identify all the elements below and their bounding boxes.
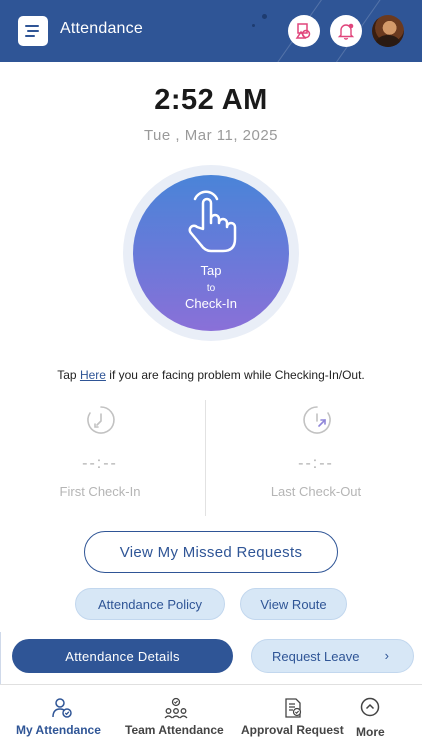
- tab-approval-request[interactable]: Approval Request: [238, 685, 348, 750]
- document-approve-icon: [285, 698, 302, 718]
- attendance-details-button[interactable]: Attendance Details: [12, 639, 233, 673]
- menu-icon: [25, 25, 39, 27]
- help-link[interactable]: Here: [80, 368, 106, 382]
- avatar-body: [376, 35, 400, 47]
- tab-label: Approval Request: [241, 723, 344, 737]
- tab-more[interactable]: More: [350, 685, 392, 750]
- shapes-button[interactable]: [288, 15, 320, 47]
- first-checkin-label: First Check-In: [59, 484, 141, 499]
- checkin-divider: [205, 400, 206, 516]
- menu-icon-bar: [25, 35, 35, 37]
- help-prefix: Tap: [57, 368, 77, 382]
- clock-out-icon: [303, 406, 331, 434]
- help-suffix: if you are facing problem while Checking…: [109, 368, 365, 382]
- view-route-button[interactable]: View Route: [240, 588, 347, 620]
- checkin-label-tap: Tap: [200, 263, 222, 278]
- last-checkout-time: --:--: [298, 455, 334, 472]
- current-time: 2:52 AM: [154, 84, 268, 116]
- view-missed-requests-button[interactable]: View My Missed Requests: [84, 531, 338, 573]
- checkin-label-action: Check-In: [184, 296, 238, 311]
- tab-label: Team Attendance: [125, 723, 224, 737]
- bell-icon: [337, 23, 355, 40]
- person-check-icon: [52, 698, 72, 718]
- shapes-icon: [295, 23, 311, 39]
- chevron-up-circle-icon: [360, 697, 380, 717]
- help-message: Tap Here if you are facing problem while…: [0, 368, 422, 382]
- request-leave-label: Request Leave: [272, 648, 360, 664]
- first-checkin-time: --:--: [82, 455, 118, 472]
- last-checkout-label: Last Check-Out: [270, 484, 362, 499]
- team-icon: [164, 697, 188, 719]
- header-decoration: [252, 24, 255, 27]
- tab-my-attendance[interactable]: My Attendance: [0, 685, 122, 750]
- tab-label: My Attendance: [16, 723, 101, 737]
- request-leave-button[interactable]: Request Leave ›: [251, 639, 414, 673]
- page-title: Attendance: [60, 20, 143, 37]
- menu-button[interactable]: [18, 16, 48, 46]
- header-decoration: [262, 14, 267, 19]
- tap-hand-icon: [188, 190, 237, 253]
- chevron-right-icon: ›: [384, 648, 389, 663]
- tab-team-attendance[interactable]: Team Attendance: [122, 685, 230, 750]
- menu-icon-bar: [27, 30, 39, 32]
- app-header: Attendance: [0, 0, 422, 62]
- attendance-policy-button[interactable]: Attendance Policy: [75, 588, 225, 620]
- notifications-button[interactable]: [330, 15, 362, 47]
- checkin-button[interactable]: Tap to Check-In: [133, 175, 289, 331]
- clock-in-icon: [87, 406, 115, 434]
- tab-label: More: [356, 725, 385, 739]
- current-date: Tue , Mar 11, 2025: [143, 127, 279, 144]
- checkin-label-to: to: [206, 283, 216, 294]
- user-avatar[interactable]: [372, 15, 404, 47]
- bottom-tab-bar: My Attendance Team Attendance Approval R…: [0, 684, 422, 750]
